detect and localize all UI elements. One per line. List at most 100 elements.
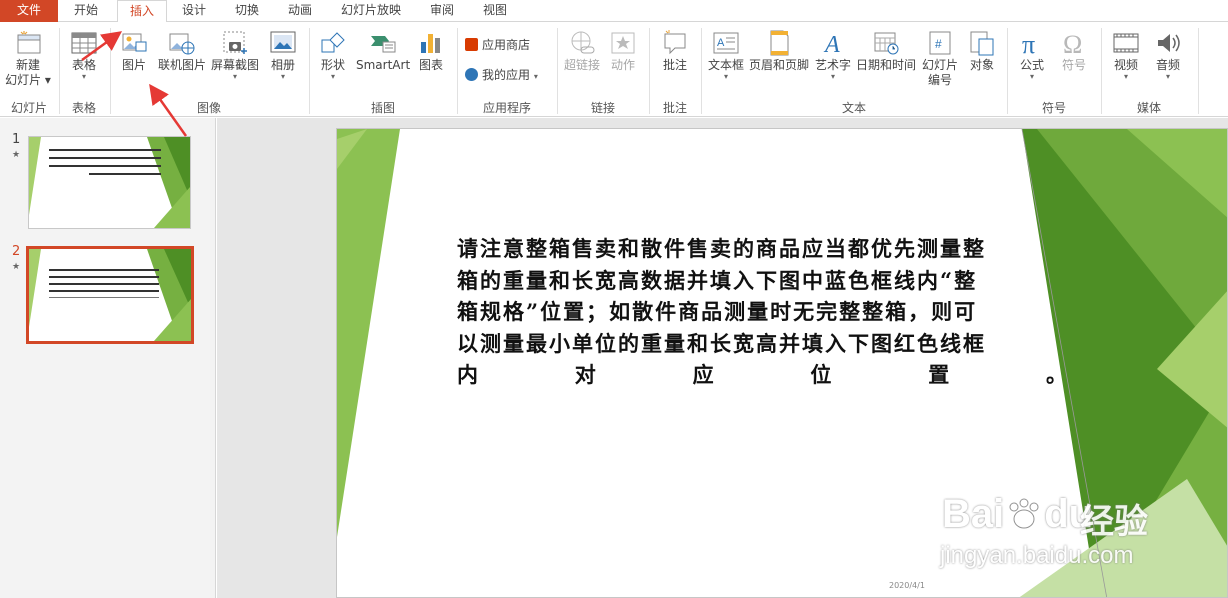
svg-text:π: π: [1022, 30, 1035, 58]
group-label-apps: 应用程序: [482, 101, 531, 115]
slide-number-button[interactable]: # 幻灯片 编号: [920, 28, 960, 88]
watermark-url: jingyan.baidu.com: [940, 542, 1134, 569]
thumbnail-art: [29, 137, 190, 228]
table-icon: [71, 32, 97, 54]
text-line: 请注意整箱售卖和散件售卖的商品应当都优先测量整: [457, 236, 986, 261]
group-label-tables: 表格: [71, 101, 96, 115]
hyperlink-button[interactable]: 超链接: [562, 28, 602, 73]
slide-date: 2020/4/1: [889, 581, 925, 590]
header-footer-icon: [770, 30, 789, 56]
slide-number-icon: #: [929, 31, 951, 55]
action-button[interactable]: 动作: [606, 28, 640, 73]
table-button[interactable]: 表格 ▾: [64, 28, 104, 81]
tab-insert[interactable]: 插入: [117, 0, 167, 23]
new-slide-button[interactable]: 新建 幻灯片 ▾: [4, 28, 52, 88]
video-button[interactable]: 视频 ▾: [1108, 28, 1144, 81]
picture-icon: [122, 33, 147, 52]
store-icon: [465, 38, 478, 51]
chevron-down-icon: ▾: [723, 72, 728, 81]
tab-home[interactable]: 开始: [74, 0, 98, 22]
tab-file[interactable]: 文件: [0, 0, 58, 22]
chart-icon: [421, 34, 440, 53]
ribbon-insert: 新建 幻灯片 ▾ 幻灯片 表格 ▾ 表格 图片 联机图片 屏幕截图 ▾ 相册 ▾…: [0, 22, 1228, 117]
wordart-button[interactable]: A 艺术字 ▾: [813, 28, 853, 81]
tab-design[interactable]: 设计: [182, 0, 206, 22]
my-apps-icon: [465, 68, 478, 81]
object-icon: [970, 31, 994, 56]
shapes-button[interactable]: 形状 ▾: [316, 28, 350, 81]
slide-thumbnail-2[interactable]: [26, 246, 194, 344]
online-picture-icon: [169, 33, 195, 55]
video-icon: [1113, 33, 1139, 53]
text-line: 箱的重量和长宽高数据并填入下图中蓝色框线内“整: [457, 267, 978, 293]
omega-icon: Ω: [1063, 30, 1082, 58]
tab-animations[interactable]: 动画: [288, 0, 312, 22]
smartart-button[interactable]: SmartArt: [356, 28, 410, 73]
svg-text:#: #: [935, 37, 942, 51]
screenshot-icon: [223, 31, 247, 54]
text-line: 以测量最小单位的重量和长宽高并填入下图红色线框: [457, 330, 986, 356]
wordart-icon: A: [823, 32, 840, 58]
my-apps-button[interactable]: 我的应用 ▾: [465, 66, 538, 86]
comment-icon: [664, 30, 686, 55]
chevron-down-icon: ▾: [330, 72, 335, 81]
group-separator: [1198, 28, 1199, 114]
slide-thumbnail-1[interactable]: [28, 136, 191, 229]
chevron-down-icon: ▾: [830, 72, 835, 81]
ribbon-tab-bar: 文件 开始 插入 设计 切换 动画 幻灯片放映 审阅 视图: [0, 0, 1228, 23]
watermark-product: 经验: [1080, 503, 1148, 541]
new-slide-icon: [17, 31, 41, 54]
chevron-down-icon: ▾: [1029, 72, 1034, 81]
object-button[interactable]: 对象: [964, 28, 1000, 73]
audio-button[interactable]: 音频 ▾: [1150, 28, 1186, 81]
animation-star-icon: ★: [12, 150, 21, 160]
textbox-icon: A: [713, 32, 739, 54]
svg-text:Ω: Ω: [1063, 30, 1082, 58]
animation-star-icon: ★: [12, 262, 21, 272]
text-line: 内 对 应 位 置 。: [457, 362, 1069, 387]
group-label-media: 媒体: [1136, 101, 1161, 115]
group-label-symbols: 符号: [1041, 101, 1066, 115]
speaker-icon: [1158, 34, 1180, 52]
group-label-images: 图像: [196, 101, 221, 115]
group-label-links: 链接: [590, 101, 615, 115]
screenshot-button[interactable]: 屏幕截图 ▾: [210, 28, 260, 81]
chevron-down-icon: ▾: [1123, 72, 1128, 81]
comment-button[interactable]: 批注: [658, 28, 692, 73]
slide-body-text[interactable]: 请注意整箱售卖和散件售卖的商品应当都优先测量整 箱的重量和长宽高数据并填入下图中…: [457, 233, 1069, 391]
paw-icon: [1004, 496, 1044, 530]
thumbnail-art: [29, 249, 191, 341]
slide-number-label: 1: [12, 132, 21, 147]
action-icon: [611, 32, 635, 54]
pi-icon: π: [1022, 30, 1035, 58]
chevron-down-icon: ▾: [81, 72, 86, 81]
group-label-slides: 幻灯片: [10, 101, 47, 115]
group-label-text: 文本: [841, 101, 866, 115]
chevron-down-icon: ▾: [232, 72, 237, 81]
tab-slideshow[interactable]: 幻灯片放映: [341, 0, 401, 22]
textbox-button[interactable]: A 文本框 ▾: [706, 28, 746, 81]
svg-text:A: A: [717, 37, 725, 49]
online-picture-button[interactable]: 联机图片: [157, 28, 207, 73]
date-time-button[interactable]: 日期和时间: [856, 28, 916, 73]
header-footer-button[interactable]: 页眉和页脚: [748, 28, 810, 73]
symbol-button[interactable]: Ω 符号: [1056, 28, 1092, 73]
tab-review[interactable]: 审阅: [430, 0, 454, 22]
powerpoint-window: 文件 开始 插入 设计 切换 动画 幻灯片放映 审阅 视图 新建 幻灯片 ▾ 幻…: [0, 0, 1228, 598]
slide-number-label: 2: [12, 244, 21, 259]
slide-thumbnail-pane[interactable]: 1 ★ 2 ★: [0, 118, 216, 598]
hyperlink-icon: [571, 31, 595, 54]
group-label-illustrations: 插图: [370, 101, 395, 115]
text-line: 箱规格”位置；如散件商品测量时无完整整箱，则可: [457, 299, 978, 324]
equation-button[interactable]: π 公式 ▾: [1014, 28, 1050, 81]
calendar-icon: [874, 32, 899, 55]
watermark-brand: Bai du: [942, 492, 1094, 536]
tab-transitions[interactable]: 切换: [235, 0, 259, 22]
picture-button[interactable]: 图片: [116, 28, 152, 73]
smartart-icon: [371, 36, 396, 53]
photo-album-button[interactable]: 相册 ▾: [266, 28, 300, 81]
chevron-down-icon: ▾: [1165, 72, 1170, 81]
office-store-button[interactable]: 应用商店: [465, 36, 530, 54]
tab-view[interactable]: 视图: [483, 0, 507, 22]
chart-button[interactable]: 图表: [414, 28, 448, 73]
